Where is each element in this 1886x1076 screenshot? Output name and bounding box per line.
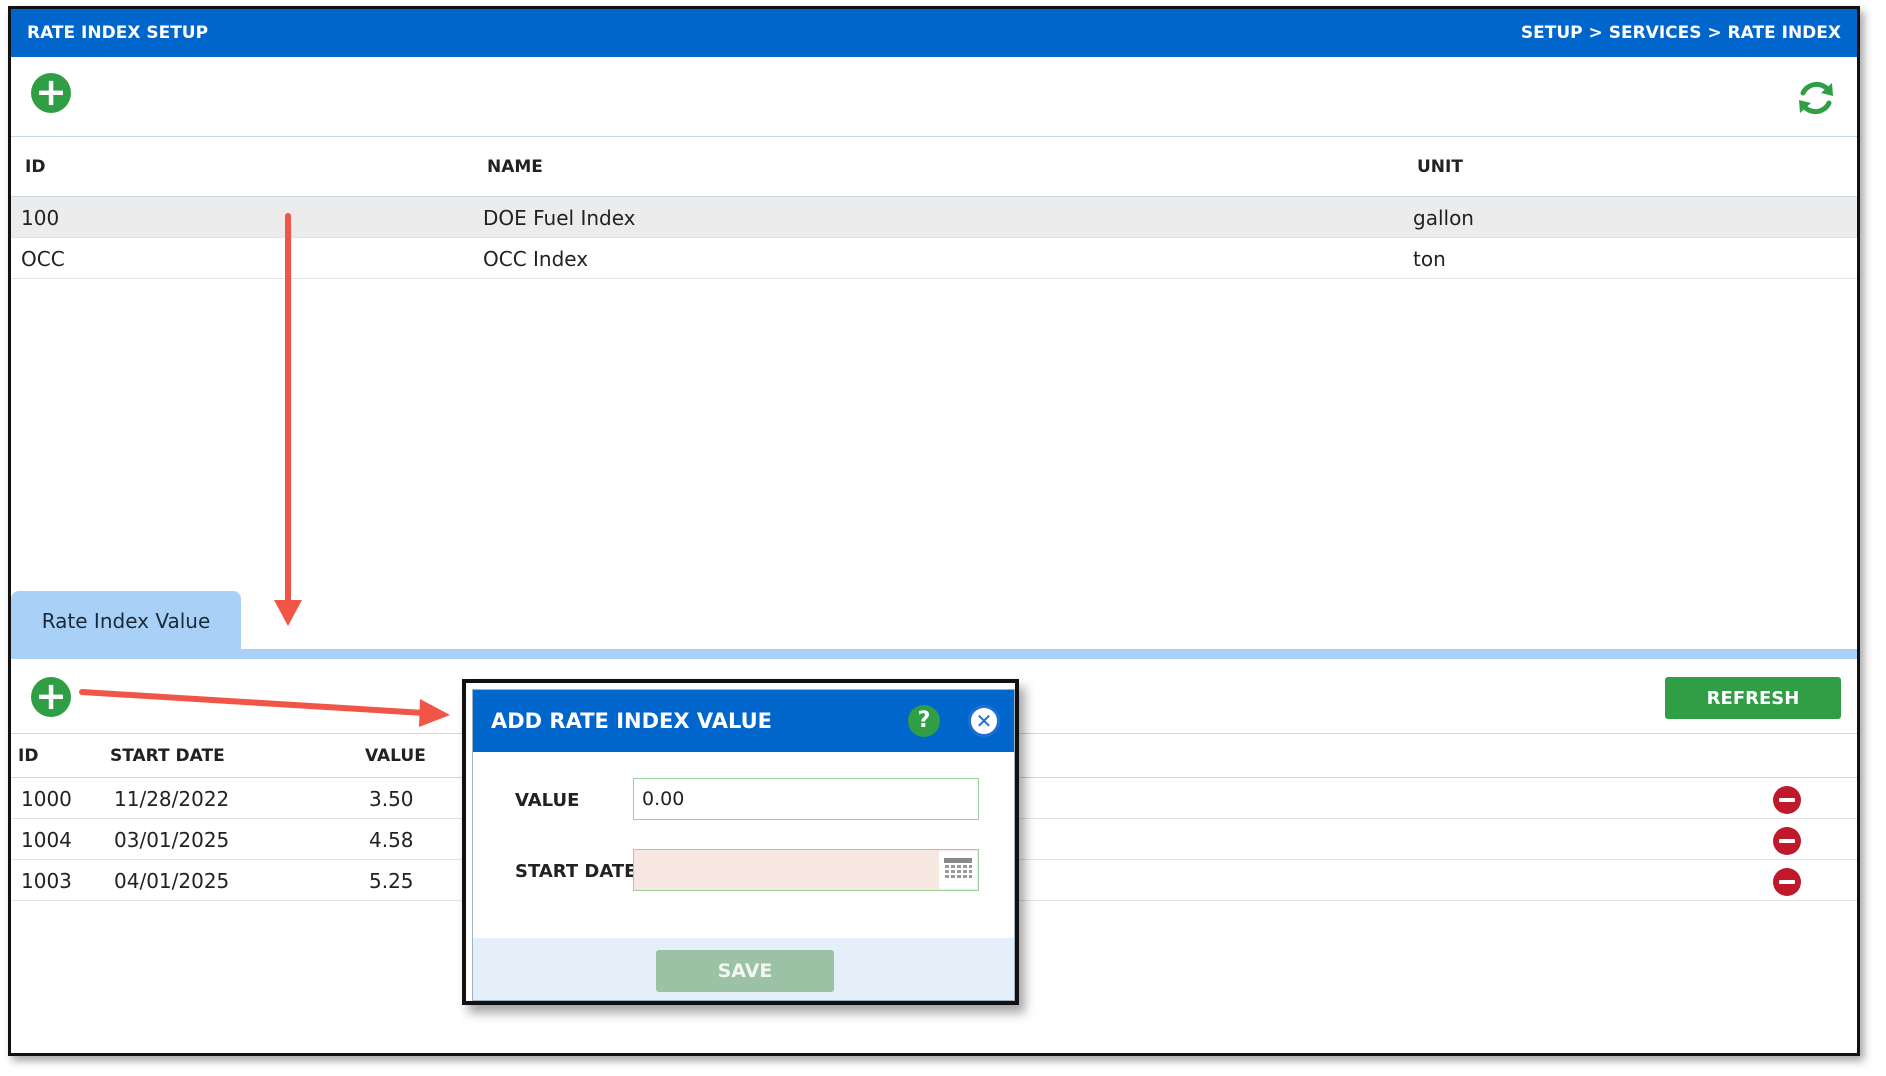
save-button-label: SAVE — [717, 960, 773, 982]
cell-unit: gallon — [1413, 206, 1474, 230]
add-rate-index-value-button[interactable]: + — [31, 677, 71, 717]
table-row[interactable]: OCC OCC Index ton — [11, 238, 1857, 279]
column-header-id[interactable]: ID — [25, 157, 45, 177]
dialog-body: ADD RATE INDEX VALUE ? ✕ VALUE 0.00 STAR… — [472, 689, 1015, 1001]
page-header: RATE INDEX SETUP SETUP > SERVICES > RATE… — [11, 9, 1857, 57]
cell-start-date: 04/01/2025 — [114, 869, 230, 893]
cell-value: 5.25 — [369, 869, 414, 893]
refresh-button-label: REFRESH — [1706, 687, 1800, 709]
refresh-icon[interactable] — [1795, 77, 1837, 119]
delete-icon[interactable] — [1773, 827, 1801, 855]
cell-id: 100 — [21, 206, 60, 230]
cell-id: OCC — [21, 247, 65, 271]
cell-name: OCC Index — [483, 247, 589, 271]
cell-id: 1004 — [21, 828, 72, 852]
column-header-name[interactable]: NAME — [487, 157, 543, 177]
cell-id: 1003 — [21, 869, 72, 893]
column-header-id[interactable]: ID — [18, 746, 38, 766]
tab-underline — [11, 649, 1857, 659]
add-rate-index-value-dialog: ADD RATE INDEX VALUE ? ✕ VALUE 0.00 STAR… — [462, 679, 1019, 1005]
close-icon[interactable]: ✕ — [968, 705, 1000, 737]
cell-name: DOE Fuel Index — [483, 206, 636, 230]
breadcrumb[interactable]: SETUP > SERVICES > RATE INDEX — [1521, 23, 1841, 43]
cell-id: 1000 — [21, 787, 72, 811]
delete-icon[interactable] — [1773, 868, 1801, 896]
start-date-input[interactable] — [633, 849, 979, 891]
tab-label: Rate Index Value — [41, 609, 211, 633]
main-toolbar: + — [11, 57, 1857, 137]
tab-rate-index-value[interactable]: Rate Index Value — [11, 591, 241, 651]
refresh-button[interactable]: REFRESH — [1665, 677, 1841, 719]
main-table-header: ID NAME UNIT — [11, 137, 1857, 197]
dialog-title: ADD RATE INDEX VALUE — [491, 709, 772, 733]
cell-value: 4.58 — [369, 828, 414, 852]
cell-start-date: 11/28/2022 — [114, 787, 230, 811]
cell-start-date: 03/01/2025 — [114, 828, 230, 852]
page-title: RATE INDEX SETUP — [27, 23, 209, 43]
dialog-footer: SAVE — [473, 938, 1014, 1000]
column-header-start-date[interactable]: START DATE — [110, 746, 225, 766]
calendar-icon[interactable] — [939, 851, 977, 889]
column-header-value[interactable]: VALUE — [365, 746, 426, 766]
value-input[interactable]: 0.00 — [633, 778, 979, 820]
value-label: VALUE — [515, 790, 580, 811]
table-row[interactable]: 100 DOE Fuel Index gallon — [11, 197, 1857, 238]
cell-value: 3.50 — [369, 787, 414, 811]
column-header-unit[interactable]: UNIT — [1417, 157, 1463, 177]
dialog-header: ADD RATE INDEX VALUE ? ✕ — [473, 690, 1014, 752]
start-date-label: START DATE — [515, 861, 637, 882]
delete-icon[interactable] — [1773, 786, 1801, 814]
add-rate-index-button[interactable]: + — [31, 73, 71, 113]
save-button[interactable]: SAVE — [656, 950, 834, 992]
cell-unit: ton — [1413, 247, 1446, 271]
help-icon[interactable]: ? — [908, 705, 940, 737]
